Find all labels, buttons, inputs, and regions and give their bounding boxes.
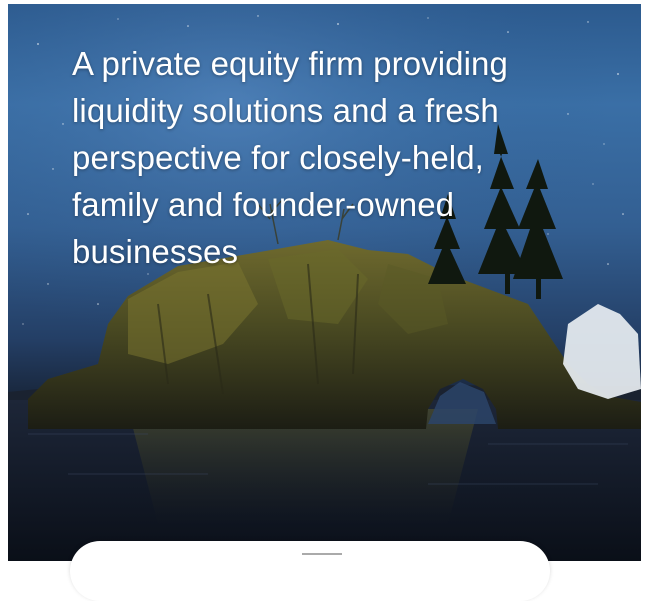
- hero-section: A private equity firm providing liquidit…: [8, 4, 641, 561]
- hero-headline: A private equity firm providing liquidit…: [72, 45, 508, 270]
- card-partial-content: [302, 553, 342, 555]
- bottom-card: [70, 541, 550, 601]
